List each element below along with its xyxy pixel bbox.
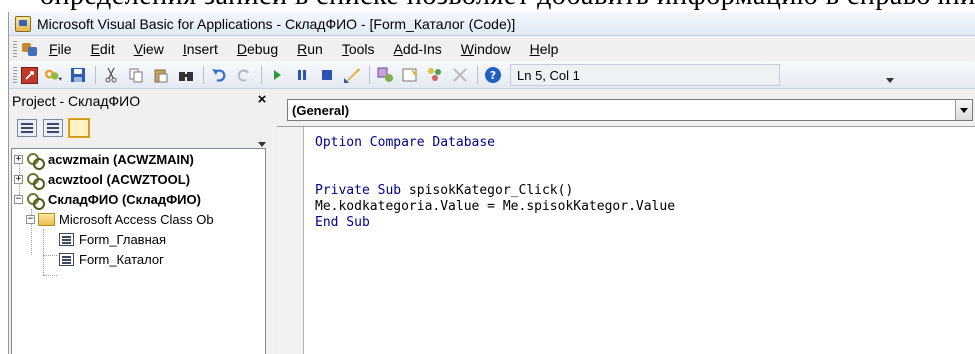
collapse-icon[interactable]: − — [26, 214, 35, 224]
object-selector[interactable]: (General) — [287, 99, 973, 121]
code-line-1[interactable]: Option Compare Database — [315, 135, 495, 151]
paste-icon[interactable] — [151, 65, 171, 85]
redo-icon[interactable] — [234, 65, 254, 85]
insert-module-icon[interactable] — [43, 65, 63, 85]
tree-connector — [43, 255, 57, 256]
view-code-icon[interactable] — [17, 119, 37, 137]
vba-project-icon — [26, 191, 45, 210]
cursor-position-field: Ln 5, Col 1 — [510, 64, 780, 86]
form-icon — [59, 252, 74, 266]
menu-file[interactable]: File — [49, 41, 72, 57]
vba-editor-window: Microsoft Visual Basic for Applications … — [8, 12, 975, 354]
expand-icon[interactable]: + — [14, 154, 23, 164]
toggle-folders-icon[interactable] — [68, 118, 90, 138]
find-icon[interactable] — [176, 65, 196, 85]
view-object-icon[interactable] — [43, 119, 63, 137]
menu-help[interactable]: Help — [530, 41, 559, 57]
toolbar-grip-icon[interactable] — [13, 67, 17, 83]
chevron-down-icon[interactable] — [955, 100, 972, 120]
menu-tools[interactable]: Tools — [342, 41, 375, 57]
collapse-icon[interactable]: − — [14, 194, 23, 204]
menu-debug[interactable]: Debug — [237, 41, 278, 57]
code-line-5[interactable]: End Sub — [315, 215, 370, 231]
code-keyword: Private Sub — [315, 183, 402, 198]
caption-text: определения записи в списке позволяет до… — [40, 0, 975, 12]
cut-icon[interactable] — [101, 65, 121, 85]
code-editor[interactable]: Option Compare Database Private Sub spis… — [277, 126, 975, 354]
title-bar[interactable]: Microsoft Visual Basic for Applications … — [9, 12, 975, 36]
undo-icon[interactable] — [209, 65, 229, 85]
tree-item-label: acwztool (ACWZTOOL) — [48, 171, 191, 187]
vba-app-icon — [15, 15, 31, 32]
menu-bar: File Edit View Insert Debug Run Tools Ad… — [9, 37, 975, 61]
save-icon[interactable] — [68, 65, 88, 85]
tree-item-form-glavnaya[interactable]: Form_Главная — [59, 229, 166, 249]
properties-icon[interactable] — [400, 65, 420, 85]
project-explorer-header: Project - СкладФИО × — [9, 91, 270, 111]
menu-add-ins[interactable]: Add-Ins — [394, 41, 442, 57]
menu-window[interactable]: Window — [461, 41, 511, 57]
tree-connector — [43, 275, 57, 276]
svg-text:?: ? — [490, 69, 496, 82]
reset-icon[interactable] — [317, 65, 337, 85]
tree-connector — [43, 229, 44, 275]
menu-view[interactable]: View — [134, 41, 164, 57]
tree-item-sklad-fio[interactable]: − СкладФИО (СкладФИО) — [14, 189, 201, 210]
tree-item-label: Microsoft Access Class Ob — [59, 211, 214, 227]
access-menu-icon[interactable] — [21, 41, 39, 57]
standard-toolbar: ? Ln 5, Col 1 — [9, 61, 975, 89]
code-line-4[interactable]: Me.kodkategoria.Value = Me.spisokKategor… — [315, 199, 675, 215]
menu-run[interactable]: Run — [297, 41, 323, 57]
toolbar-separator — [477, 66, 478, 84]
code-window: (General) Option Compare Database Privat… — [277, 91, 975, 354]
access-view-icon[interactable] — [21, 66, 38, 84]
project-explorer-icon[interactable] — [375, 65, 395, 85]
toolbox-icon[interactable] — [450, 65, 470, 85]
menu-insert[interactable]: Insert — [183, 41, 218, 57]
project-tree: + acwzmain (ACWZMAIN) + acwztool (ACWZTO… — [11, 148, 266, 354]
code-text: spisokKategor_Click() — [401, 183, 574, 198]
tree-item-form-katalog[interactable]: Form_Каталог — [59, 249, 164, 269]
tree-item-label: Form_Каталог — [79, 251, 164, 267]
run-icon[interactable] — [267, 65, 287, 85]
object-browser-icon[interactable] — [425, 65, 445, 85]
toolbar-grip-icon[interactable] — [13, 41, 17, 57]
break-icon[interactable] — [292, 65, 312, 85]
tree-item-label: СкладФИО (СкладФИО) — [48, 191, 201, 207]
close-icon[interactable]: × — [255, 92, 269, 108]
project-explorer-title: Project - СкладФИО — [12, 93, 141, 109]
form-icon — [59, 232, 74, 246]
expand-icon[interactable]: + — [14, 174, 23, 184]
vba-project-icon — [26, 171, 45, 190]
copy-icon[interactable] — [126, 65, 146, 85]
menu-edit[interactable]: Edit — [91, 41, 115, 57]
toolbar-options-icon[interactable] — [885, 68, 895, 84]
window-title: Microsoft Visual Basic for Applications … — [37, 15, 516, 32]
design-mode-icon[interactable] — [342, 65, 362, 85]
code-line-3[interactable]: Private Sub spisokKategor_Click() — [315, 183, 573, 199]
vba-project-icon — [26, 151, 45, 170]
tree-item-acwzmain[interactable]: + acwzmain (ACWZMAIN) — [14, 149, 194, 170]
tree-item-access-class-objects[interactable]: − Microsoft Access Class Ob — [26, 209, 214, 229]
help-icon[interactable]: ? — [483, 65, 503, 85]
project-explorer-toolbar — [9, 113, 264, 143]
tree-item-acwztool[interactable]: + acwztool (ACWZTOOL) — [14, 169, 191, 190]
tree-item-label: Form_Главная — [79, 231, 167, 247]
tree-item-label: acwzmain (ACWZMAIN) — [48, 151, 194, 167]
folder-icon — [38, 212, 55, 226]
toolbar-separator — [261, 66, 262, 84]
toolbar-separator — [369, 66, 370, 84]
code-margin-indicator-bar[interactable] — [277, 127, 304, 354]
project-explorer-panel: Project - СкладФИО × + acwzmain (ACWZMAI… — [9, 91, 270, 354]
toolbar-separator — [203, 66, 204, 84]
toolbar-separator — [95, 66, 96, 84]
object-selector-value: (General) — [292, 102, 350, 118]
